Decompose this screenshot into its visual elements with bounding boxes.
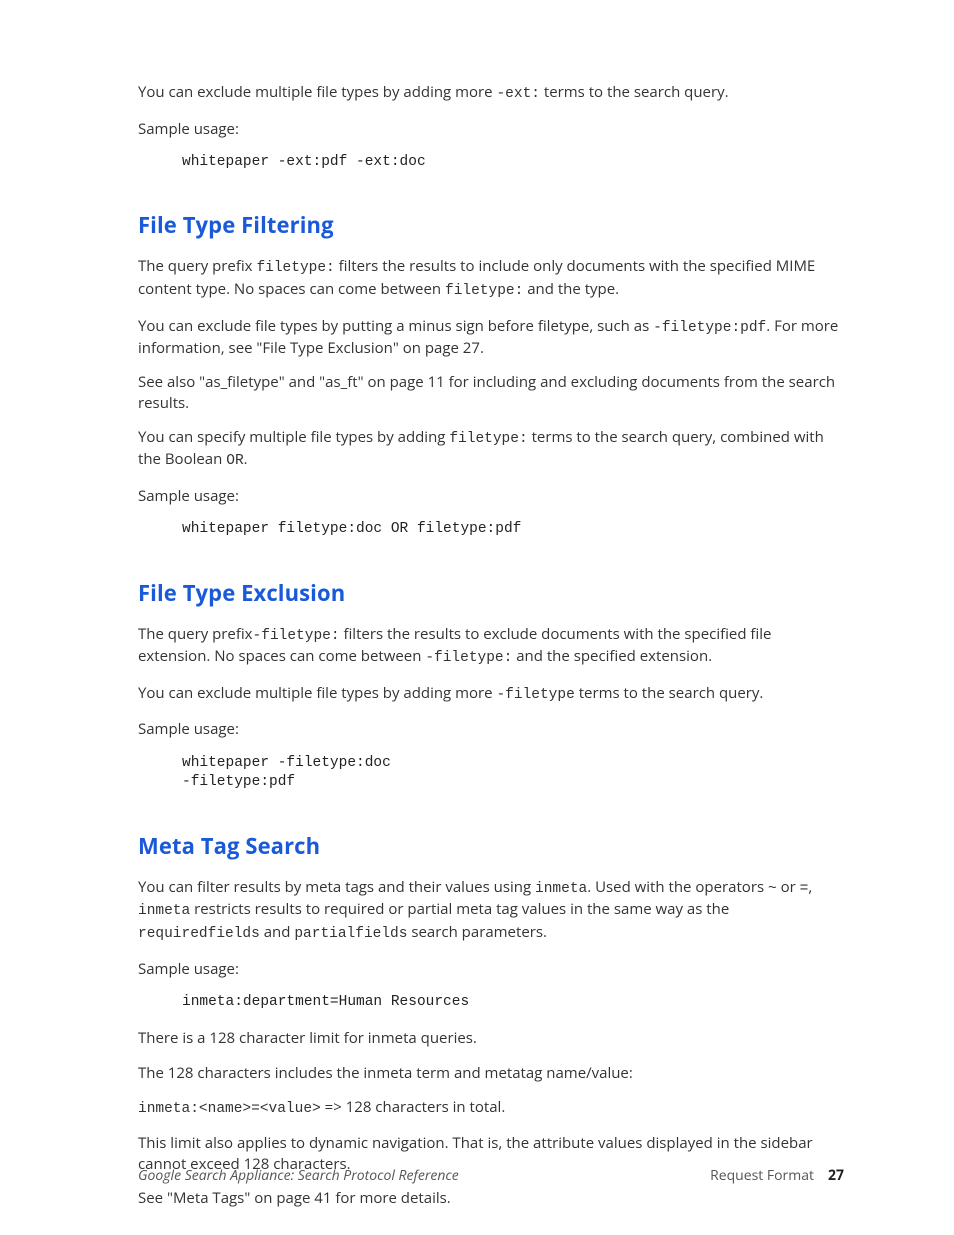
code-block: whitepaper -ext:pdf -ext:doc [182,153,844,173]
code-block: inmeta:department=Human Resources [182,993,844,1013]
paragraph: You can exclude file types by putting a … [138,316,844,359]
inline-code: filetype: [449,431,527,447]
inline-code: -ext: [496,86,540,102]
inline-code: partialfields [294,926,407,942]
inline-code: -filetype [496,687,574,703]
text: and the specified extension. [512,646,712,666]
sample-usage-label: Sample usage: [138,119,844,139]
paragraph: See "Meta Tags" on page 41 for more deta… [138,1188,844,1208]
text: You can filter results by meta tags and … [138,877,535,897]
heading-file-type-exclusion: File Type Exclusion [138,578,844,608]
paragraph: inmeta:<name>=<value> => 128 characters … [138,1097,844,1120]
text: You can specify multiple file types by a… [138,427,449,447]
text: , [808,877,812,897]
text: or [777,877,800,897]
text: The query prefix [138,256,256,276]
text: restricts results to required or partial… [190,899,729,919]
page-number: 27 [828,1166,844,1185]
page: You can exclude multiple file types by a… [0,0,954,1235]
text: . Used with the operators [587,877,768,897]
heading-meta-tag-search: Meta Tag Search [138,831,844,861]
inline-code: filetype: [256,260,334,276]
paragraph: There is a 128 character limit for inmet… [138,1028,844,1048]
text: and [260,922,295,942]
text: and the type. [523,279,619,299]
inline-code: inmeta:<name>=<value> [138,1101,321,1117]
text: search parameters. [407,922,547,942]
inline-code: inmeta [535,881,587,897]
heading-file-type-filtering: File Type Filtering [138,210,844,240]
inline-code: inmeta [138,903,190,919]
inline-code: ~ [768,881,777,897]
inline-code: filetype: [445,283,523,299]
paragraph: You can specify multiple file types by a… [138,427,844,472]
text: terms to the search query. [575,683,764,703]
text: You can exclude multiple file types by a… [138,683,496,703]
footer-right: Request Format 27 [710,1166,844,1185]
paragraph: See also "as_filetype" and "as_ft" on pa… [138,372,844,413]
sample-usage-label: Sample usage: [138,959,844,979]
text: The query prefix [138,624,253,644]
inline-code: -filetype: [425,650,512,666]
paragraph: The 128 characters includes the inmeta t… [138,1063,844,1083]
inline-code: -filetype:pdf [653,320,766,336]
inline-code: OR [226,453,243,469]
paragraph: You can filter results by meta tags and … [138,877,844,945]
paragraph: You can exclude multiple file types by a… [138,683,844,706]
code-block: whitepaper -filetype:doc -filetype:pdf [182,754,844,793]
page-footer: Google Search Appliance: Search Protocol… [138,1166,844,1185]
footer-doc-title: Google Search Appliance: Search Protocol… [138,1166,459,1185]
text: . [244,449,248,469]
inline-code: -filetype: [253,628,340,644]
text: => 128 characters in total. [321,1097,506,1117]
intro-paragraph: You can exclude multiple file types by a… [138,82,844,105]
sample-usage-label: Sample usage: [138,486,844,506]
footer-section: Request Format [710,1166,814,1185]
paragraph: The query prefix filetype: filters the r… [138,256,844,301]
text: You can exclude multiple file types by a… [138,82,496,102]
inline-code: requiredfields [138,926,260,942]
paragraph: The query prefix-filetype: filters the r… [138,624,844,669]
text: terms to the search query. [540,82,729,102]
code-block: whitepaper filetype:doc OR filetype:pdf [182,520,844,540]
sample-usage-label: Sample usage: [138,719,844,739]
text: You can exclude file types by putting a … [138,316,653,336]
